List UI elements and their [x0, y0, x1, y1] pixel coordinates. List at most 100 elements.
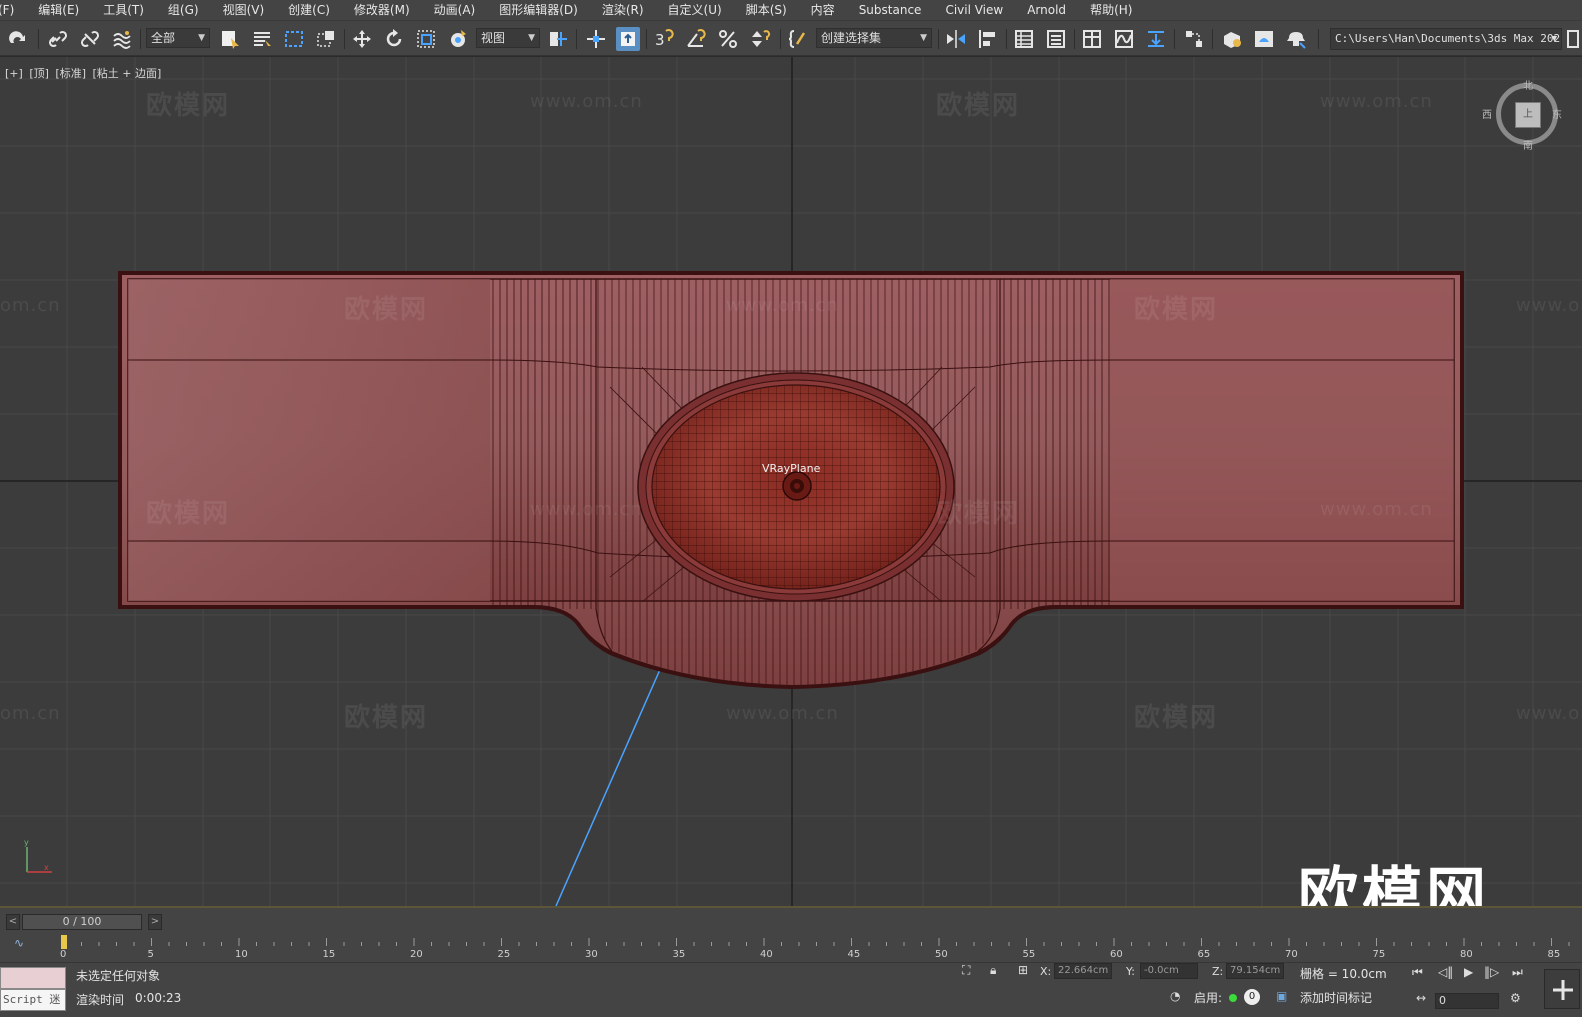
named-selection-value: 创建选择集 — [821, 31, 882, 45]
menu-item[interactable]: Arnold — [1015, 0, 1078, 20]
menu-item[interactable]: 动画(A) — [422, 0, 488, 20]
previous-key-icon[interactable]: ◁‖ — [1438, 965, 1453, 979]
isolate-selection-icon[interactable]: ⛶ — [962, 963, 970, 978]
select-manipulate-icon[interactable] — [584, 27, 608, 51]
named-selection-dropdown[interactable]: 创建选择集 ▼ — [816, 28, 932, 48]
y-field[interactable]: -0.0cm — [1140, 963, 1198, 979]
angle-snap-icon[interactable] — [684, 27, 708, 51]
z-field[interactable]: 79.154cm — [1226, 963, 1284, 979]
menu-item[interactable]: (F) — [0, 0, 26, 20]
select-object-icon[interactable] — [218, 27, 242, 51]
add-button[interactable] — [1544, 969, 1580, 1009]
redo-icon[interactable] — [6, 27, 30, 51]
menu-item[interactable]: 视图(V) — [211, 0, 277, 20]
maxscript-input[interactable]: Script 迷 — [0, 989, 66, 1011]
menu-item[interactable]: 修改器(M) — [342, 0, 422, 20]
schematic-view-icon[interactable] — [1144, 27, 1168, 51]
selection-filter-dropdown[interactable]: 全部 ▼ — [146, 28, 210, 48]
absolute-mode-icon[interactable]: ⊞ — [1018, 963, 1028, 977]
percent-snap-icon[interactable] — [716, 27, 740, 51]
viewcube-face[interactable]: 上 — [1515, 102, 1541, 128]
menu-item[interactable]: 工具(T) — [91, 0, 156, 20]
menu-item[interactable]: 组(G) — [156, 0, 211, 20]
scene-explorer-icon[interactable] — [1012, 27, 1036, 51]
top-viewport[interactable]: y x [+] [顶] [标准] [粘土 + 边面] VRayPlane 欧模网… — [0, 57, 1582, 906]
link-icon[interactable] — [46, 27, 70, 51]
move-icon[interactable] — [350, 27, 374, 51]
current-frame-field[interactable]: 0 — [1435, 993, 1499, 1009]
prev-frame-button[interactable]: < — [6, 914, 20, 930]
align-icon[interactable] — [976, 27, 1000, 51]
rect-region-icon[interactable] — [282, 27, 306, 51]
watermark: 欧模网 — [1134, 295, 1219, 325]
ruler-tick-label: 10 — [235, 949, 248, 958]
keyboard-shortcut-icon[interactable] — [616, 27, 640, 51]
render-setup-icon[interactable] — [1220, 27, 1244, 51]
mini-curve-editor-icon[interactable]: ∿ — [14, 936, 42, 954]
layer-explorer-icon[interactable] — [1044, 27, 1068, 51]
timeline-ruler[interactable]: 0 5 10 15 20 25 30 35 40 45 50 55 60 65 70 75 80 85 — [60, 934, 1582, 958]
rotate-icon[interactable] — [382, 27, 406, 51]
x-field[interactable]: 22.664cm — [1054, 963, 1112, 979]
time-config-icon[interactable]: ⚙ — [1510, 991, 1521, 1005]
window-crossing-icon[interactable] — [314, 27, 338, 51]
curve-editor-icon[interactable] — [1112, 27, 1136, 51]
menu-item[interactable]: 图形编辑器(D) — [487, 0, 590, 20]
ruler-tick-label: 70 — [1285, 949, 1298, 958]
go-to-start-icon[interactable]: ⏮ — [1412, 965, 1423, 980]
next-frame-button[interactable]: > — [148, 914, 162, 930]
menu-item[interactable]: 编辑(E) — [26, 0, 91, 20]
add-time-tag-button[interactable]: 添加时间标记 — [1300, 989, 1372, 1006]
select-by-name-icon[interactable] — [250, 27, 274, 51]
material-editor-icon[interactable] — [1182, 27, 1206, 51]
menu-item[interactable]: 脚本(S) — [734, 0, 799, 20]
time-slider[interactable]: < 0 / 100 > — [2, 914, 162, 932]
time-tag-icon[interactable]: ▣ — [1276, 989, 1287, 1003]
x-coordinate[interactable]: X: 22.664cm — [1040, 963, 1112, 979]
menu-item[interactable]: Civil View — [933, 0, 1015, 20]
snap-toggle-icon[interactable]: 3 — [652, 27, 676, 51]
rendered-frame-icon[interactable] — [1252, 27, 1276, 51]
menu-item[interactable]: 帮助(H) — [1078, 0, 1144, 20]
project-path-field[interactable]: C:\Users\Han\Documents\3ds Max 2022 ▼ — [1330, 28, 1562, 50]
spinner-snap-icon[interactable] — [748, 27, 772, 51]
app-window: (F)编辑(E)工具(T)组(G)视图(V)创建(C)修改器(M)动画(A)图形… — [0, 0, 1582, 1017]
viewport-label[interactable]: [+] [顶] [标准] [粘土 + 边面] — [5, 65, 164, 81]
enable-label: 启用: — [1194, 991, 1223, 1005]
z-coordinate[interactable]: Z: 79.154cm — [1212, 963, 1284, 979]
y-coordinate[interactable]: Y: -0.0cm — [1126, 963, 1198, 979]
ref-coord-dropdown[interactable]: 视图 ▼ — [476, 28, 540, 48]
next-key-icon[interactable]: ‖▷ — [1484, 965, 1499, 979]
play-icon[interactable]: ▶ — [1464, 965, 1473, 979]
viewport-pov-label[interactable]: [顶] — [29, 67, 49, 80]
maxscript-output[interactable] — [0, 967, 66, 989]
edit-named-sets-icon[interactable] — [786, 27, 810, 51]
viewcube[interactable]: 上 北 南 西 东 — [1482, 77, 1564, 152]
menu-item[interactable]: 创建(C) — [276, 0, 342, 20]
go-to-end-icon[interactable]: ⏭ — [1512, 965, 1523, 980]
viewport-menu-label[interactable]: [+] — [5, 67, 23, 80]
menu-item[interactable]: 渲染(R) — [590, 0, 656, 20]
selection-lock-icon[interactable]: 🔒︎ — [990, 963, 996, 978]
timeline: < 0 / 100 > ∿ 0 5 10 15 20 25 30 35 40 45 50 55 60 65… — [0, 906, 1582, 962]
use-pivot-icon[interactable] — [546, 27, 570, 51]
toggle-ribbon-icon[interactable] — [1080, 27, 1104, 51]
bind-spacewarp-icon[interactable] — [110, 27, 134, 51]
enable-count-badge[interactable]: 0 — [1244, 989, 1260, 1005]
current-frame-value: 0 — [1439, 994, 1446, 1007]
key-mode-icon[interactable]: ↔ — [1416, 991, 1426, 1005]
panel-toggle-icon[interactable] — [1564, 27, 1582, 51]
menu-item[interactable]: 内容 — [799, 0, 847, 20]
unlink-icon[interactable] — [78, 27, 102, 51]
maxscript-listener[interactable]: Script 迷 — [0, 967, 66, 1013]
scale-icon[interactable] — [414, 27, 438, 51]
select-place-icon[interactable] — [446, 27, 470, 51]
adaptive-degradation-icon[interactable]: ◔ — [1170, 989, 1180, 1003]
mirror-icon[interactable] — [944, 27, 968, 51]
render-icon[interactable] — [1284, 27, 1308, 51]
menu-item[interactable]: Substance — [847, 0, 934, 20]
viewport-shading-standard-label[interactable]: [标准] — [55, 67, 86, 80]
viewport-shading-mode-label[interactable]: [粘土 + 边面] — [93, 67, 162, 80]
menu-item[interactable]: 自定义(U) — [656, 0, 734, 20]
time-slider-track[interactable]: 0 / 100 — [22, 914, 142, 930]
